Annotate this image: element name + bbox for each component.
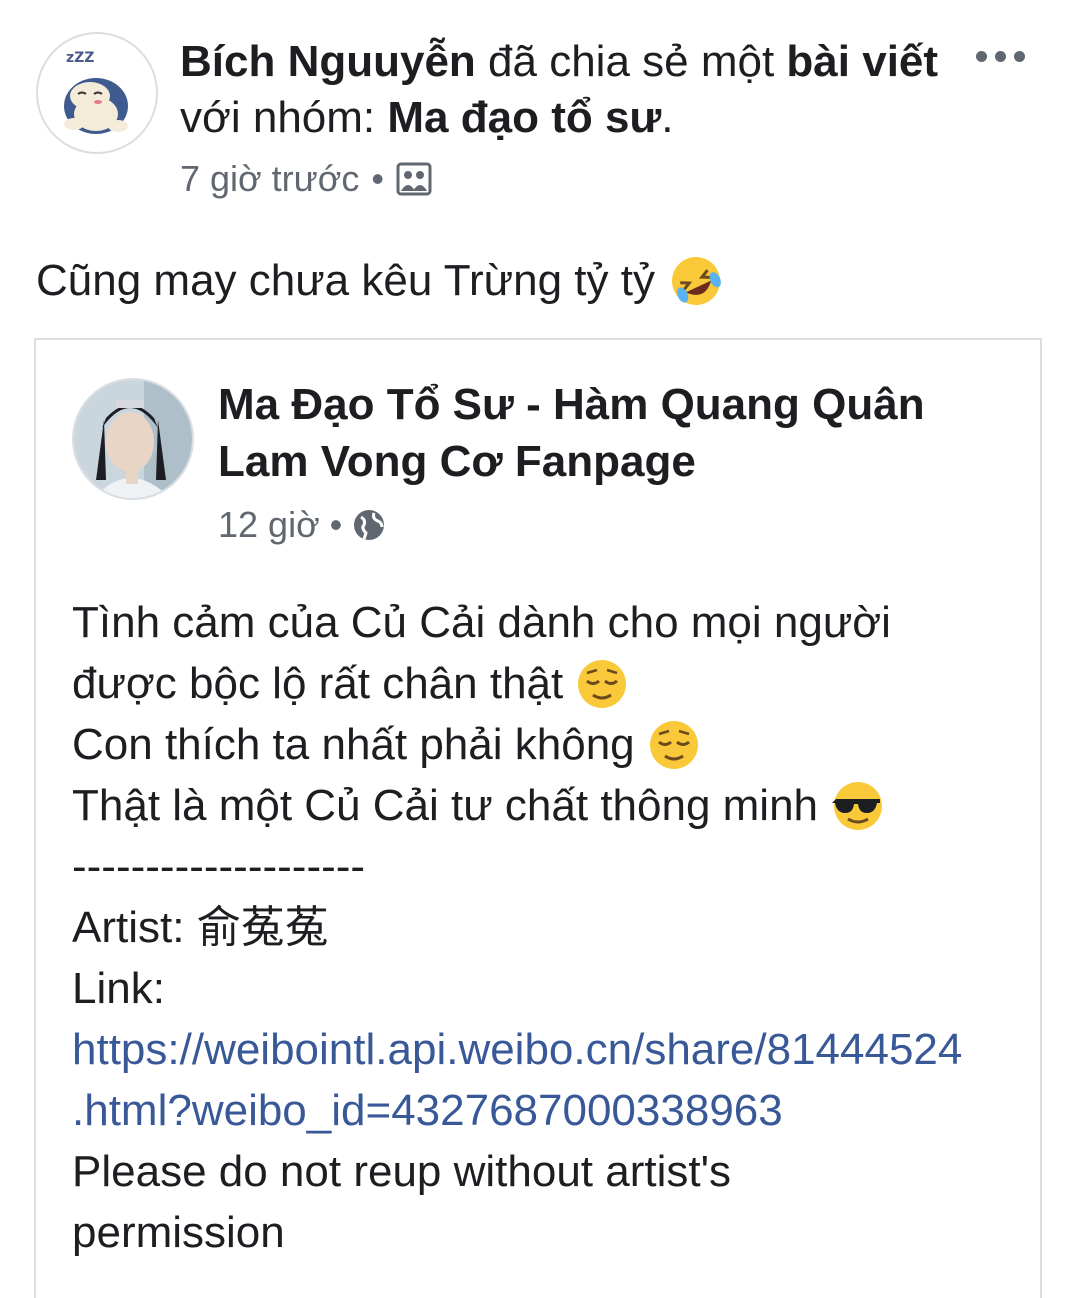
page-profile-photo [74,380,192,498]
body-line: Artist: 俞菟菟 [72,897,1040,958]
page-name-line-2: Lam Vong Cơ Fanpage [218,437,696,486]
body-line: Con thích ta nhất phải không [72,714,1040,775]
post-meta: 7 giờ trước • [180,158,432,200]
relieved-face-emoji [578,659,627,708]
relieved-face-emoji [649,720,698,769]
post-timestamp[interactable]: 7 giờ trước [180,158,359,200]
artist-credit: Artist: 俞菟菟 [72,903,329,952]
group-prefix: với nhóm: [180,93,376,142]
body-text: được bộc lộ rất chân thật [72,659,564,708]
body-line: Link: [72,958,1040,1019]
shared-post-timestamp[interactable]: 12 giờ [218,504,320,546]
shared-post-card[interactable]: Ma Đạo Tổ Sư - Hàm Quang Quân Lam Vong C… [34,338,1042,1298]
body-line: Thật là một Củ Cải tư chất thông minh [72,775,1040,836]
body-text: Con thích ta nhất phải không [72,720,635,769]
body-line: Please do not reup without artist's [72,1141,1040,1202]
action-text: đã chia sẻ một [488,37,775,86]
group-audience-icon [396,162,432,196]
body-line: https://weibointl.api.weibo.cn/share/814… [72,1019,1040,1080]
body-line: .html?weibo_id=4327687000338963 [72,1080,1040,1141]
sunglasses-face-emoji [832,781,883,830]
group-name-link[interactable]: Ma đạo tổ sư [387,93,661,142]
link-label: Link: [72,964,165,1013]
author-avatar[interactable]: zZZ [36,32,158,154]
dot [1013,50,1025,62]
weibo-link[interactable]: https://weibointl.api.weibo.cn/share/814… [72,1019,962,1080]
body-line: permission [72,1202,1040,1263]
body-line: được bộc lộ rất chân thật [72,653,1040,714]
weibo-link-continued[interactable]: .html?weibo_id=4327687000338963 [72,1080,783,1141]
meta-separator: • [371,158,384,199]
divider-text: -------------------- [72,842,366,891]
post-caption: Cũng may chưa kêu Trừng tỷ tỷ [36,254,723,308]
body-text: Tình cảm của Củ Cải dành cho mọi người [72,598,891,647]
svg-text:zZZ: zZZ [66,50,94,66]
dot [975,50,987,62]
body-text: Please do not reup without artist's [72,1147,731,1196]
caption-text: Cũng may chưa kêu Trừng tỷ tỷ [36,256,655,305]
page-name-link[interactable]: Ma Đạo Tổ Sư - Hàm Quang Quân Lam Vong C… [218,376,1018,490]
post-header: Bích Nguuyễn đã chia sẻ một bài viết với… [180,34,940,146]
author-name[interactable]: Bích Nguuyễn [180,37,476,86]
sleeping-character-icon: zZZ [64,50,128,134]
period: . [661,93,674,142]
dot [994,50,1006,62]
body-text: Thật là một Củ Cải tư chất thông minh [72,781,819,830]
more-options-icon[interactable] [970,36,1030,76]
page-avatar[interactable] [72,378,194,500]
page-name-line-1: Ma Đạo Tổ Sư - Hàm Quang Quân [218,380,925,429]
globe-icon [354,510,385,540]
shared-post-meta: 12 giờ • [218,504,386,546]
meta-separator: • [329,504,343,545]
shared-object-link[interactable]: bài viết [786,37,938,86]
body-line: -------------------- [72,836,1040,897]
rolling-on-floor-laughing-emoji [671,257,721,305]
body-text: permission [72,1208,285,1257]
body-line: Tình cảm của Củ Cải dành cho mọi người [72,592,1040,653]
shared-post-body: Tình cảm của Củ Cải dành cho mọi người đ… [72,592,1040,1263]
